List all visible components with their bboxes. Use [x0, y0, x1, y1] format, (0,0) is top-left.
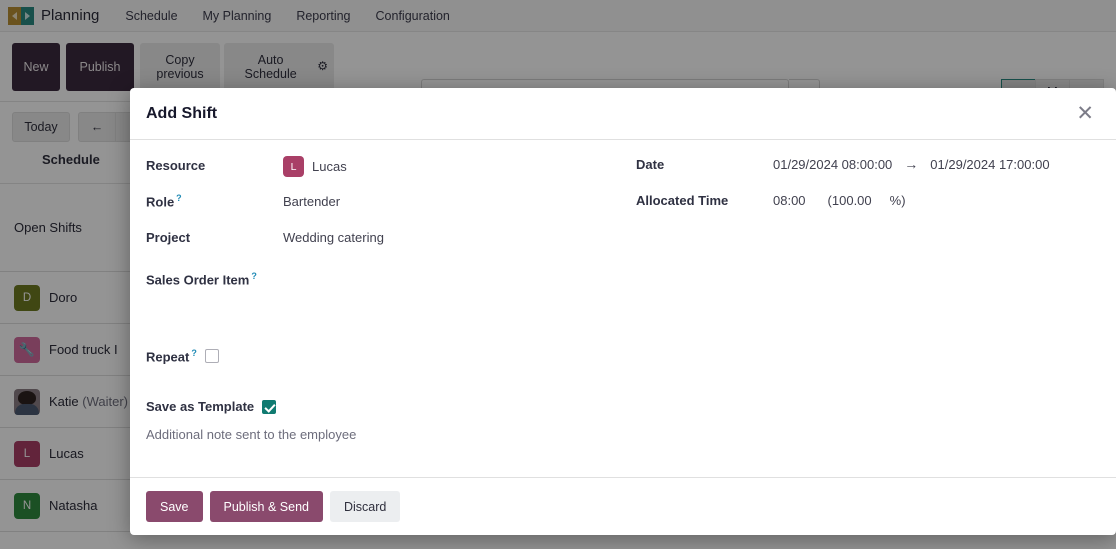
field-date: Date 01/29/2024 08:00:00 → 01/29/2024 17… [636, 156, 1100, 193]
add-shift-dialog: Add Shift ✕ Resource L Lucas Role ? Bart… [130, 88, 1116, 535]
field-allocated-time: Allocated Time 08:00 (100.00 %) [636, 193, 1100, 230]
date-value: 01/29/2024 08:00:00 → 01/29/2024 17:00:0… [773, 156, 1050, 172]
resource-label: Resource [146, 157, 206, 173]
field-project: Project Wedding catering [146, 230, 636, 267]
field-repeat: Repeat? [146, 348, 1100, 364]
date-start[interactable]: 01/29/2024 08:00:00 [773, 157, 892, 172]
help-icon[interactable]: ? [191, 348, 197, 358]
dialog-body: Resource L Lucas Role? Bartender Project… [130, 140, 1116, 477]
save-as-template-label: Save as Template [146, 399, 255, 415]
arrow-right-icon: → [904, 156, 919, 172]
resource-value[interactable]: L Lucas [283, 156, 347, 177]
save-button[interactable]: Save [146, 491, 203, 522]
help-icon[interactable]: ? [251, 271, 257, 281]
note-placeholder[interactable]: Additional note sent to the employee [146, 427, 1100, 442]
resource-name: Lucas [312, 159, 347, 174]
dialog-footer: Save Publish & Send Discard [130, 477, 1116, 535]
role-value[interactable]: Bartender [283, 194, 340, 209]
allocated-percent-unit: %) [889, 193, 906, 208]
field-resource: Resource L Lucas [146, 156, 636, 193]
field-role: Role? Bartender [146, 193, 636, 230]
avatar: L [283, 156, 304, 177]
sales-order-item-label: Sales Order Item? [146, 270, 257, 287]
dialog-title: Add Shift [146, 104, 218, 122]
field-sales-order-item: Sales Order Item? [146, 267, 636, 304]
discard-button[interactable]: Discard [329, 491, 401, 522]
date-label: Date [636, 156, 665, 172]
allocated-percent[interactable]: (100.00 [828, 193, 872, 208]
allocated-time-label: Allocated Time [636, 193, 729, 208]
project-value[interactable]: Wedding catering [283, 230, 384, 245]
close-icon[interactable]: ✕ [1070, 101, 1100, 126]
left-column: Resource L Lucas Role? Bartender Project… [146, 156, 636, 304]
dialog-header: Add Shift ✕ [130, 88, 1116, 140]
project-label: Project [146, 230, 191, 245]
help-icon[interactable]: ? [176, 193, 182, 203]
save-as-template-checkbox[interactable] [262, 399, 277, 414]
allocated-hours[interactable]: 08:00 [773, 193, 806, 208]
repeat-label: Repeat? [146, 348, 197, 365]
repeat-checkbox[interactable] [204, 349, 219, 364]
date-end[interactable]: 01/29/2024 17:00:00 [930, 157, 1049, 172]
role-label: Role? [146, 193, 182, 210]
planning-app: Planning Schedule My Planning Reporting … [0, 0, 1116, 549]
right-column: Date 01/29/2024 08:00:00 → 01/29/2024 17… [636, 156, 1100, 304]
allocated-time-value: 08:00 (100.00 %) [773, 193, 906, 208]
field-save-as-template: Save as Template [146, 399, 1100, 414]
publish-send-button[interactable]: Publish & Send [209, 491, 323, 522]
